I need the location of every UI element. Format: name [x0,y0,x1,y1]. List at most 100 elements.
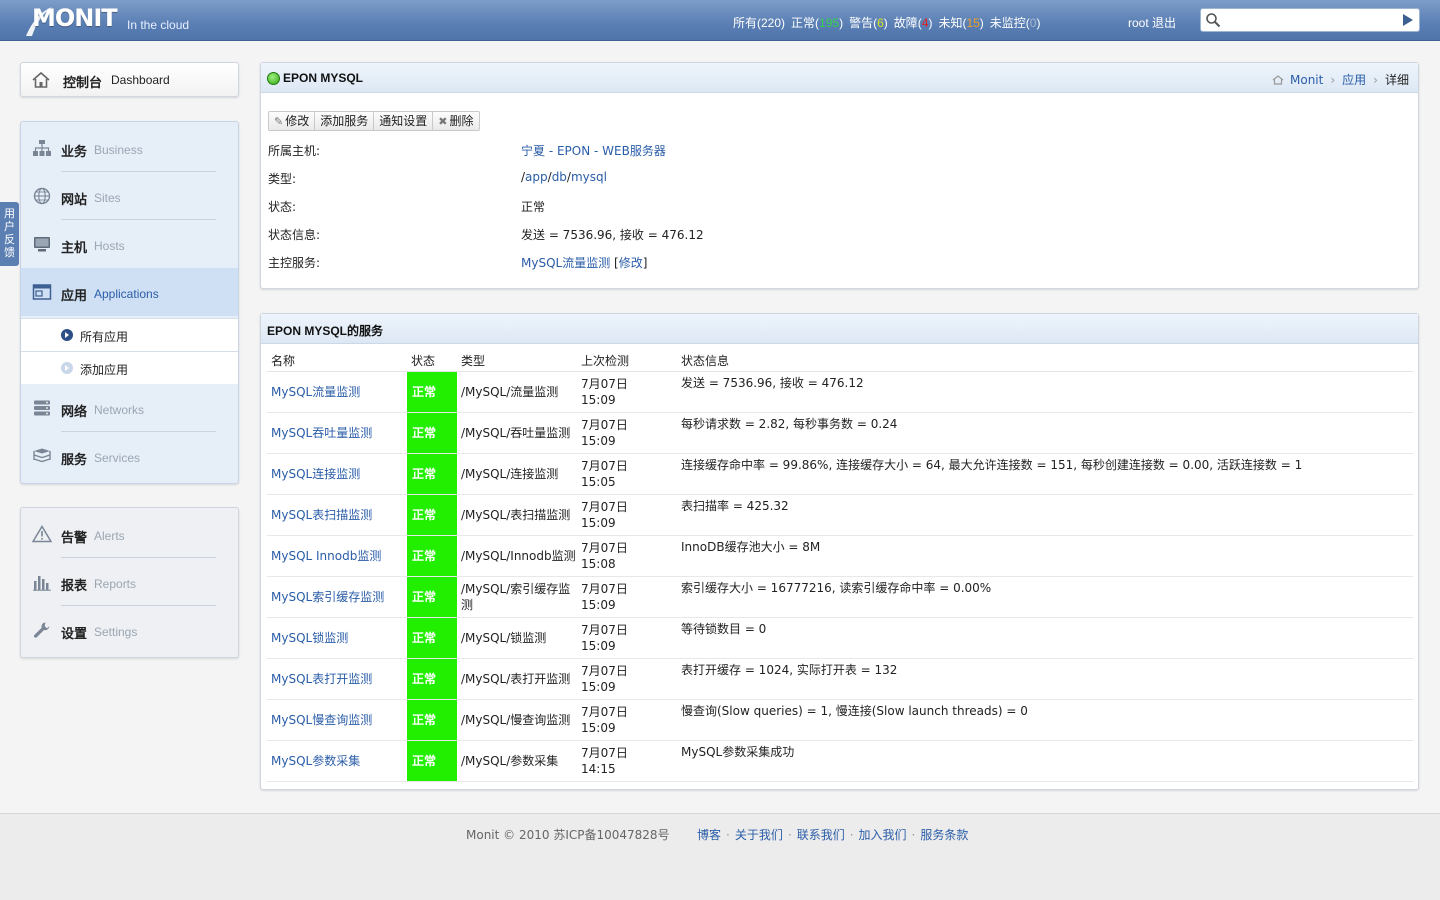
service-last-check-cell: 7月07日 15:09 [577,617,677,659]
service-last-check-cell: 7月07日 15:09 [577,576,677,618]
type-path: /app/db/mysql [521,170,607,184]
master-service-edit-link[interactable]: 修改 [619,256,643,270]
service-name-link[interactable]: MySQL表打开监测 [271,672,372,686]
status-count-label: 正常( [791,16,820,30]
service-status-badge: 正常 [407,658,457,700]
service-type-cell: /MySQL/表扫描监测 [457,494,577,536]
table-row: MySQL流量监测 正常/MySQL/流量监测 7月07日 15:09 发送 = 753… [267,371,1413,413]
status-count[interactable]: 所有(220) [733,16,785,30]
column-header[interactable]: 上次检测 [577,348,677,372]
table-row: MySQL慢查询监测 正常/MySQL/慢查询监测 7月07日 15:09 慢查询(Sl… [267,699,1413,741]
status-value: 正常 [521,200,546,214]
services-title: EPON MYSQL的服务 [267,324,384,338]
type-path-mysql[interactable]: mysql [571,170,607,184]
breadcrumb-monit[interactable]: Monit [1290,73,1323,87]
column-header[interactable]: 名称 [267,348,407,372]
delete-button[interactable]: ✖ 删除 [433,112,478,130]
service-last-check-cell: 7月07日 15:09 [577,412,677,454]
service-name-link[interactable]: MySQL参数采集 [271,754,360,768]
sidebar-subitem-add-app[interactable]: 添加应用 [21,351,238,384]
search-go-icon[interactable] [1403,14,1413,26]
master-service-link[interactable]: MySQL流量监测 [521,256,610,270]
sidebar-subitem-all-apps[interactable]: 所有应用 [21,318,238,351]
detail-toolbar: ✎ 修改 添加服务 通知设置 ✖ 删除 [268,111,480,131]
service-name-link[interactable]: MySQL索引缓存监测 [271,590,384,604]
logo-text: MONIT [32,4,118,32]
breadcrumb-applications[interactable]: 应用 [1342,73,1366,87]
status-count-value: 220 [761,16,782,30]
host-link[interactable]: 宁夏 - EPON - WEB服务器 [521,142,666,159]
sidebar-item-services[interactable]: 服务 Services [21,432,238,480]
status-count[interactable]: 故障(4) [894,16,933,30]
sidebar-item-applications[interactable]: 应用 Applications [21,268,238,316]
service-status-badge: 正常 [407,740,457,782]
sidebar-label-en: Hosts [94,239,125,253]
sidebar-main-nav: 业务 Business 网站 Sites 主机 Hosts 应用 Applica… [20,121,239,484]
service-status-badge: 正常 [407,371,457,413]
column-header[interactable]: 状态 [407,348,457,372]
footer-link[interactable]: 服务条款 [920,828,968,842]
sidebar-item-business[interactable]: 业务 Business [21,124,238,172]
sidebar-item-settings[interactable]: 设置 Settings [21,606,238,654]
logout-link[interactable]: 退出 [1152,16,1176,30]
chart-icon [33,576,51,591]
type-path-db[interactable]: db [552,170,567,184]
add-service-button[interactable]: 添加服务 [315,112,375,130]
footer-link[interactable]: 博客 [697,828,721,842]
feedback-tab[interactable]: 用户反馈 [0,202,19,266]
footer-link-separator: · [849,828,854,842]
service-name-link[interactable]: MySQL慢查询监测 [271,713,372,727]
service-name-link[interactable]: MySQL连接监测 [271,467,360,481]
sidebar-label-en: Sites [94,191,121,205]
footer-link[interactable]: 联系我们 [797,828,845,842]
status-info-value: 发送 = 7536.96, 接收 = 476.12 [521,228,704,242]
service-name-link[interactable]: MySQL吞吐量监测 [271,426,372,440]
table-row: MySQL锁监测 正常/MySQL/锁监测 7月07日 15:09 等待锁数目 = 0 [267,617,1413,659]
services-header: EPON MYSQL的服务 [261,314,1418,344]
service-status-info-cell: 连接缓存命中率 = 99.86%, 连接缓存大小 = 64, 最大允许连接数 =… [677,453,1413,495]
service-type-cell: /MySQL/连接监测 [457,453,577,495]
edit-button[interactable]: ✎ 修改 [269,112,316,130]
sidebar-item-sites[interactable]: 网站 Sites [21,172,238,220]
status-count-label: 所有( [733,16,761,30]
app-detail-panel: EPON MYSQL Monit › 应用 › 详细 ✎ 修改 添加服务 通知设置 ✖ 删除… [260,62,1419,289]
sidebar-label-zh: 应用 [61,289,88,304]
service-name-link[interactable]: MySQL流量监测 [271,385,360,399]
column-header[interactable]: 类型 [457,348,577,372]
service-status-info-cell: 发送 = 7536.96, 接收 = 476.12 [677,371,1413,413]
wrench-icon [34,622,50,638]
service-name-link[interactable]: MySQL表扫描监测 [271,508,372,522]
service-status-badge: 正常 [407,494,457,536]
footer-link-separator: · [911,828,916,842]
search-input[interactable] [1225,11,1393,29]
status-count[interactable]: 未知(15) [938,16,983,30]
sidebar-item-reports[interactable]: 报表 Reports [21,558,238,606]
breadcrumb-home-icon [1272,75,1284,85]
service-name-link[interactable]: MySQL锁监测 [271,631,348,645]
status-count[interactable]: 警告(6) [849,16,888,30]
sidebar-item-alerts[interactable]: 告警 Alerts [21,510,238,558]
status-info-label: 状态信息: [268,228,321,242]
service-type-cell: /MySQL/索引缓存监测 [457,576,577,618]
detail-header: EPON MYSQL Monit › 应用 › 详细 [261,63,1418,93]
footer-link[interactable]: 加入我们 [859,828,907,842]
status-count-suffix: ) [928,16,933,30]
service-status-info-cell: 表打开缓存 = 1024, 实际打开表 = 132 [677,658,1413,700]
username[interactable]: root [1128,16,1149,30]
service-status-badge: 正常 [407,617,457,659]
sidebar-label-en: Alerts [94,529,125,543]
service-name-link[interactable]: MySQL Innodb监测 [271,549,381,563]
service-last-check-cell: 7月07日 15:09 [577,371,677,413]
services-table: 名称 状态 类型 上次检测 状态信息 MySQL流量监测 正常/MySQL/流量监… [267,348,1413,782]
sidebar-item-networks[interactable]: 网络 Networks [21,384,238,432]
sidebar-item-hosts[interactable]: 主机 Hosts [21,220,238,268]
last-check-date: 7月07日 [581,376,628,391]
status-count[interactable]: 正常(195) [791,16,843,30]
column-header[interactable]: 状态信息 [677,348,1413,372]
status-count[interactable]: 未监控(0) [990,16,1041,30]
footer-link[interactable]: 关于我们 [735,828,783,842]
notify-settings-button[interactable]: 通知设置 [374,112,434,130]
type-path-app[interactable]: app [525,170,548,184]
footer-link-separator: · [726,828,730,842]
sidebar-dashboard[interactable]: 控制台 Dashboard [20,62,239,97]
